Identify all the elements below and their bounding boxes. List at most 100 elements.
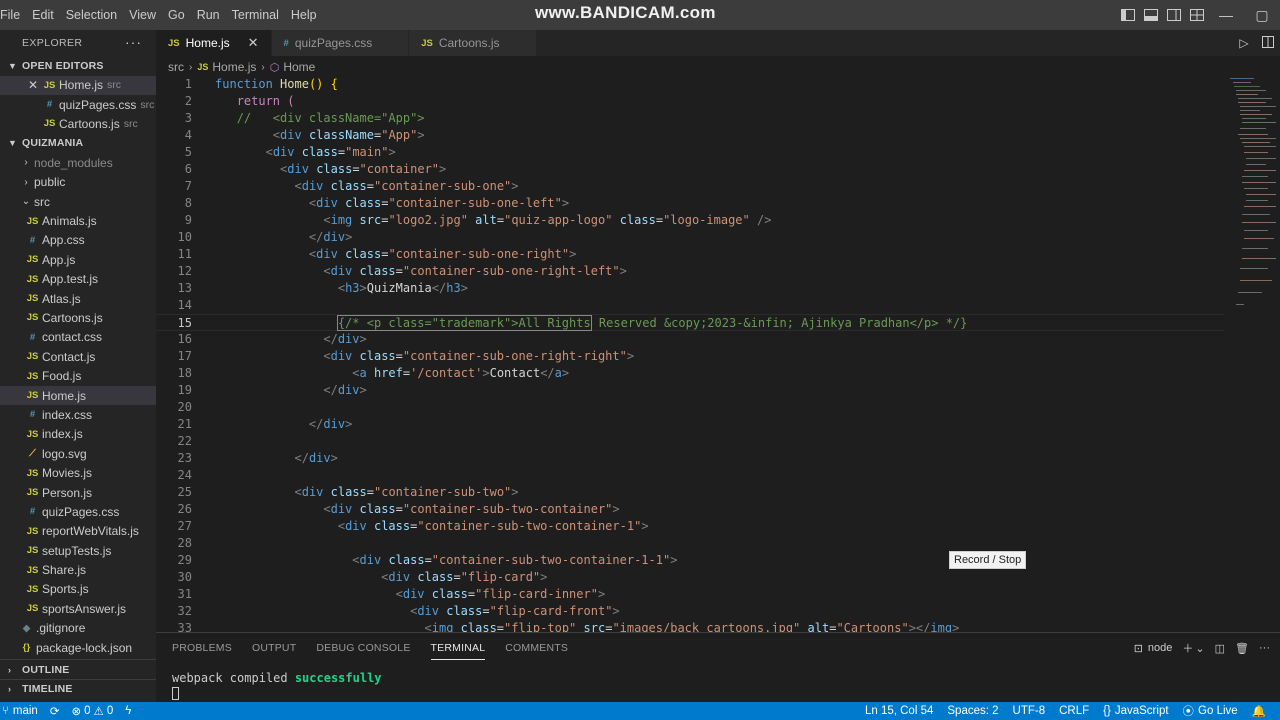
encoding[interactable]: UTF-8: [1013, 705, 1046, 717]
file-item[interactable]: # quizPages.css: [0, 502, 156, 521]
close-icon[interactable]: ✕: [248, 35, 259, 51]
file-item[interactable]: JS Sports.js: [0, 580, 156, 599]
code-editor[interactable]: 1 function Home() { 2 return ( 3 // <div …: [156, 76, 1224, 632]
file-item-package-lock[interactable]: {} package-lock.json: [0, 638, 156, 657]
file-item[interactable]: JS sportsAnswer.js: [0, 599, 156, 618]
menu-terminal[interactable]: Terminal: [226, 0, 285, 30]
gitignore-file-icon: ◆: [22, 622, 31, 634]
add-terminal-icon[interactable]: ＋: [1182, 640, 1193, 656]
file-item[interactable]: JS Person.js: [0, 483, 156, 502]
file-item[interactable]: JS Share.js: [0, 560, 156, 579]
code-line: 27 <div class="container-sub-two-contain…: [156, 518, 1224, 535]
toggle-secondary-sidebar-icon[interactable]: [1163, 0, 1185, 30]
minimap-line: [1242, 214, 1270, 215]
file-item[interactable]: ⟋ logo.svg: [0, 444, 156, 463]
file-item[interactable]: # contact.css: [0, 328, 156, 347]
code-text: <div class="container-sub-two-container-…: [337, 519, 649, 533]
menu-view[interactable]: View: [123, 0, 162, 30]
open-editor-item-home[interactable]: ✕ JS Home.js src: [0, 75, 156, 95]
more-actions-icon[interactable]: ···: [1259, 642, 1270, 654]
file-item[interactable]: JS setupTests.js: [0, 541, 156, 560]
trash-icon[interactable]: 🗑: [1235, 642, 1249, 655]
javascript-file-icon: JS: [26, 525, 39, 537]
split-terminal-icon[interactable]: ◫: [1215, 642, 1225, 655]
minimize-icon[interactable]: —: [1208, 0, 1244, 30]
file-item[interactable]: # App.css: [0, 231, 156, 250]
line-ending[interactable]: CRLF: [1059, 705, 1089, 717]
file-item[interactable]: JS Food.js: [0, 366, 156, 385]
tab-cartoons-js[interactable]: JS Cartoons.js: [409, 30, 537, 56]
file-item[interactable]: JS Animals.js: [0, 211, 156, 230]
lightning-icon[interactable]: ϟ: [125, 705, 131, 717]
toggle-primary-sidebar-icon[interactable]: [1117, 0, 1139, 30]
tab-home-js[interactable]: JS Home.js ✕: [156, 30, 272, 56]
line-number: 28: [177, 536, 192, 550]
line-number: 22: [177, 434, 192, 448]
file-name: Movies.js: [42, 466, 93, 481]
menu-file[interactable]: File: [0, 0, 26, 30]
file-name: setupTests.js: [42, 543, 112, 558]
notifications-bell-icon[interactable]: 🔔: [1252, 704, 1266, 718]
menu-help[interactable]: Help: [285, 0, 323, 30]
open-editor-item-quizpages[interactable]: # quizPages.css src: [0, 95, 156, 114]
warning-count[interactable]: 0: [107, 705, 113, 717]
breadcrumb-file[interactable]: Home.js: [212, 60, 256, 74]
minimap-line: [1242, 248, 1268, 249]
file-item[interactable]: JS Contact.js: [0, 347, 156, 366]
folder-public[interactable]: › public: [0, 173, 156, 192]
sync-icon[interactable]: ⟳: [50, 704, 60, 718]
file-item[interactable]: JS reportWebVitals.js: [0, 522, 156, 541]
open-editor-item-cartoons[interactable]: JS Cartoons.js src: [0, 114, 156, 133]
project-header[interactable]: ▼ QUIZMANIA: [0, 134, 156, 154]
file-item[interactable]: JS Movies.js: [0, 463, 156, 482]
code-line: 2 return (: [156, 93, 1224, 110]
file-item-gitignore[interactable]: ◆ .gitignore: [0, 619, 156, 638]
language-mode[interactable]: JavaScript: [1115, 705, 1169, 717]
menu-selection[interactable]: Selection: [60, 0, 123, 30]
error-count[interactable]: 0: [84, 705, 90, 717]
menu-edit[interactable]: Edit: [26, 0, 60, 30]
code-line: 19 </div>: [156, 382, 1224, 399]
code-text: <div class="flip-card-front">: [410, 604, 620, 618]
file-item[interactable]: JS Atlas.js: [0, 289, 156, 308]
file-item[interactable]: JS App.test.js: [0, 270, 156, 289]
outline-header[interactable]: › OUTLINE: [0, 659, 156, 679]
breadcrumb-folder[interactable]: src: [168, 60, 184, 74]
line-number: 13: [177, 281, 192, 295]
tab-comments[interactable]: COMMENTS: [505, 642, 568, 660]
file-item[interactable]: # index.css: [0, 405, 156, 424]
toggle-panel-icon[interactable]: [1140, 0, 1162, 30]
tab-output[interactable]: OUTPUT: [252, 642, 296, 660]
minimap[interactable]: [1224, 76, 1280, 632]
tab-problems[interactable]: PROBLEMS: [172, 642, 232, 660]
tab-quizpages-css[interactable]: # quizPages.css: [271, 30, 410, 56]
open-editors-header[interactable]: ▼ OPEN EDITORS: [0, 56, 156, 76]
run-icon[interactable]: ▷: [1232, 36, 1256, 50]
file-item-selected[interactable]: JS Home.js: [0, 385, 156, 406]
go-live-button[interactable]: Go Live: [1198, 705, 1238, 717]
timeline-header[interactable]: › TIMELINE: [0, 678, 156, 699]
more-actions-icon[interactable]: ···: [125, 34, 142, 50]
chevron-down-icon[interactable]: ⌄: [1195, 642, 1204, 655]
file-item[interactable]: JS App.js: [0, 250, 156, 269]
tab-terminal[interactable]: TERMINAL: [430, 642, 486, 660]
breadcrumb-symbol[interactable]: Home: [283, 60, 315, 74]
tab-debug-console[interactable]: DEBUG CONSOLE: [316, 642, 410, 660]
cursor-position[interactable]: Ln 15, Col 54: [865, 705, 933, 717]
file-item[interactable]: JS index.js: [0, 425, 156, 444]
indentation[interactable]: Spaces: 2: [947, 705, 998, 717]
menu-go[interactable]: Go: [162, 0, 191, 30]
folder-node-modules[interactable]: › node_modules: [0, 153, 156, 172]
split-editor-icon[interactable]: [1256, 35, 1280, 51]
line-number: 8: [184, 196, 192, 210]
restore-icon[interactable]: ▢: [1244, 0, 1280, 30]
terminal-output[interactable]: webpack compiled successfully: [172, 670, 382, 702]
terminal-icon: ⊡: [1133, 642, 1143, 655]
close-icon[interactable]: ✕: [26, 78, 40, 92]
branch-name[interactable]: main: [13, 705, 38, 717]
menu-run[interactable]: Run: [191, 0, 226, 30]
customize-layout-icon[interactable]: [1186, 0, 1208, 30]
folder-src[interactable]: ⌄ src: [0, 192, 156, 211]
terminal-shell-name[interactable]: node: [1148, 642, 1172, 654]
file-item[interactable]: JS Cartoons.js: [0, 308, 156, 327]
